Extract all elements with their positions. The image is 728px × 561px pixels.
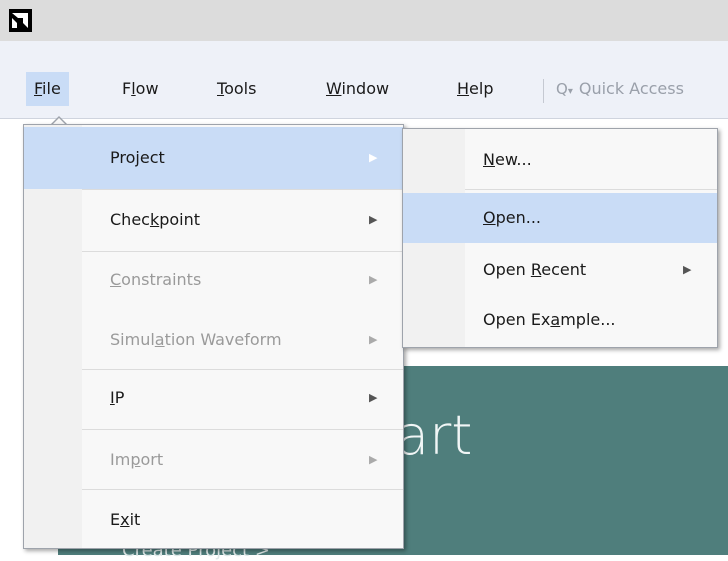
- file-menu-dropdown: Project ▶ Checkpoint ▶ Constraints ▶ Sim…: [23, 124, 404, 549]
- search-icon: Q▾: [556, 80, 573, 98]
- file-menu-import: Import ▶: [24, 429, 403, 491]
- file-menu-exit[interactable]: Exit: [24, 489, 403, 551]
- file-menu-ip[interactable]: IP ▶: [24, 367, 403, 429]
- title-bar: [0, 0, 728, 41]
- quick-access-label: Quick Access: [578, 79, 684, 98]
- file-menu-constraints: Constraints ▶: [24, 249, 403, 311]
- menu-help[interactable]: Help: [449, 72, 501, 106]
- menu-divider: [465, 189, 717, 190]
- menu-separator: [543, 79, 544, 103]
- file-menu-simulation-waveform: Simulation Waveform ▶: [24, 309, 403, 371]
- submenu-arrow-icon: ▶: [683, 263, 692, 276]
- submenu-arrow-icon: ▶: [369, 333, 378, 346]
- submenu-arrow-icon: ▶: [369, 213, 378, 226]
- submenu-arrow-icon: ▶: [369, 391, 378, 404]
- quick-access-search[interactable]: Q▾ Quick Access: [556, 74, 684, 104]
- project-submenu: New... Open... Open Recent ▶ Open Exampl…: [402, 128, 718, 348]
- file-menu-project[interactable]: Project ▶: [24, 127, 403, 189]
- menu-file[interactable]: File: [26, 72, 69, 106]
- menu-window[interactable]: Window: [318, 72, 397, 106]
- submenu-arrow-icon: ▶: [369, 151, 378, 164]
- project-open-example[interactable]: Open Example...: [403, 295, 717, 345]
- submenu-arrow-icon: ▶: [369, 453, 378, 466]
- project-open-recent[interactable]: Open Recent ▶: [403, 245, 717, 295]
- menu-tools[interactable]: Tools: [209, 72, 264, 106]
- menu-flow[interactable]: Flow: [114, 72, 167, 106]
- project-new[interactable]: New...: [403, 135, 717, 185]
- menu-bar: File Flow Tools Window Help Q▾ Quick Acce…: [0, 41, 728, 119]
- welcome-heading: art: [396, 404, 473, 467]
- file-menu-checkpoint[interactable]: Checkpoint ▶: [24, 189, 403, 251]
- amd-logo-icon: [9, 9, 32, 32]
- project-open[interactable]: Open...: [403, 193, 717, 243]
- submenu-arrow-icon: ▶: [369, 273, 378, 286]
